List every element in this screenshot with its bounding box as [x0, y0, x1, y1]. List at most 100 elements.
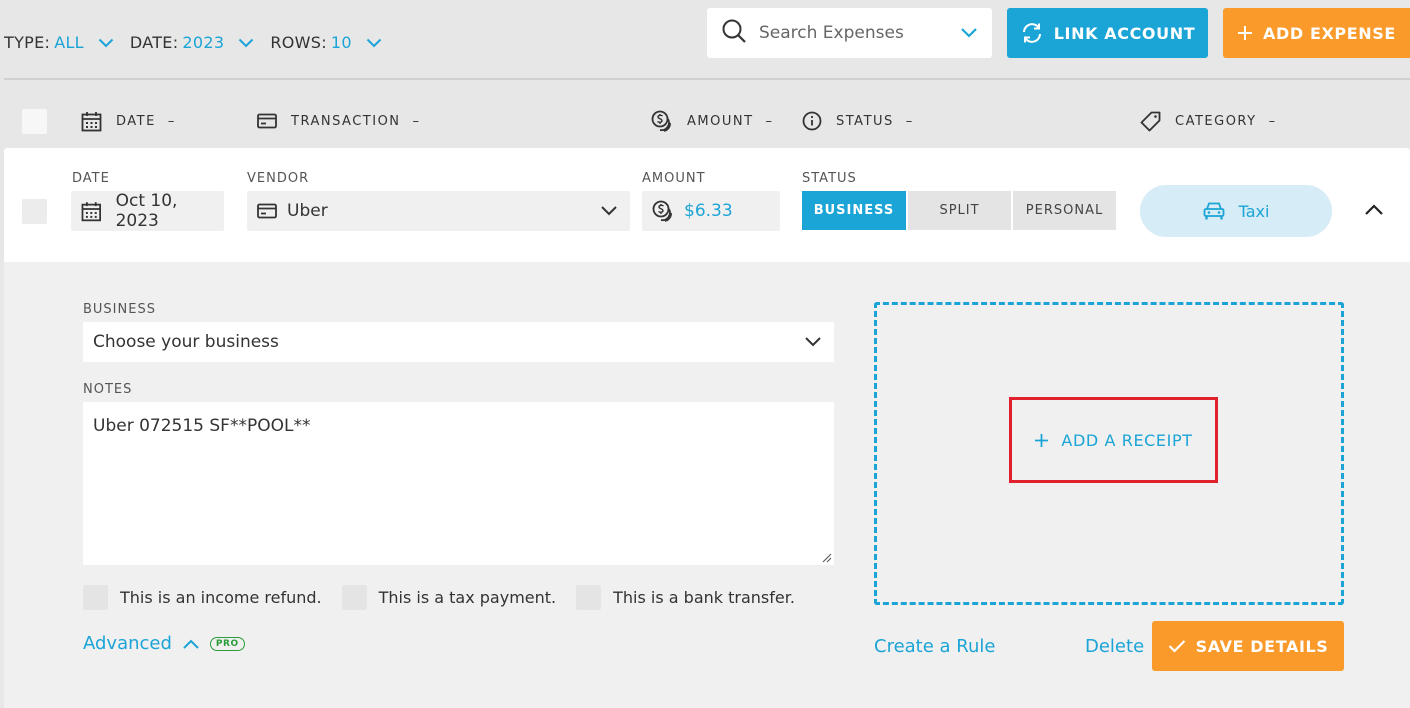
notes-label: NOTES: [83, 382, 133, 397]
select-all-checkbox[interactable]: [22, 109, 47, 134]
income-refund-checkbox[interactable]: [83, 585, 108, 610]
chevron-down-icon[interactable]: [960, 24, 978, 43]
save-details-label: SAVE DETAILS: [1195, 636, 1329, 656]
divider: [4, 78, 1410, 80]
status-toggle: BUSINESS SPLIT PERSONAL: [802, 191, 1118, 230]
chevron-down-icon[interactable]: [98, 38, 114, 48]
calendar-icon: [81, 201, 102, 221]
search-icon: [721, 18, 747, 48]
column-header-amount[interactable]: AMOUNT –: [651, 110, 774, 132]
amount-value: $6.33: [684, 201, 733, 221]
chevron-down-icon[interactable]: [238, 38, 254, 48]
status-personal-button[interactable]: PERSONAL: [1013, 191, 1116, 230]
delete-link[interactable]: Delete: [1085, 636, 1144, 657]
income-refund-label: This is an income refund.: [120, 588, 322, 607]
filter-date[interactable]: DATE: 2023: [130, 33, 254, 52]
filter-rows-value: 10: [330, 33, 352, 52]
link-account-label: LINK ACCOUNT: [1053, 23, 1196, 43]
tag-icon: [1140, 111, 1161, 131]
chevron-up-icon[interactable]: [1364, 202, 1384, 221]
plus-icon: [1238, 26, 1253, 40]
notes-textarea[interactable]: Uber 072515 SF**POOL**: [83, 402, 834, 565]
resize-handle-icon[interactable]: [822, 553, 832, 563]
search-input[interactable]: Search Expenses: [707, 8, 992, 58]
column-label: DATE: [116, 113, 156, 129]
calendar-icon: [81, 111, 102, 131]
column-label: TRANSACTION: [291, 113, 401, 129]
column-header-status[interactable]: STATUS –: [802, 110, 914, 132]
income-refund-option[interactable]: This is an income refund.: [83, 585, 322, 610]
coins-icon: [651, 110, 671, 132]
notes-value: Uber 072515 SF**POOL**: [93, 416, 311, 436]
bank-transfer-checkbox[interactable]: [576, 585, 602, 610]
add-receipt-button[interactable]: ADD A RECEIPT: [1009, 397, 1218, 483]
car-icon: [1203, 202, 1224, 220]
filter-type[interactable]: TYPE: ALL: [4, 33, 114, 52]
business-value: Choose your business: [93, 332, 279, 352]
column-header-date[interactable]: DATE –: [81, 110, 176, 132]
pro-badge: PRO: [209, 636, 245, 651]
column-label: CATEGORY: [1175, 113, 1257, 129]
refresh-icon: [1022, 23, 1041, 43]
add-receipt-label: ADD A RECEIPT: [1061, 430, 1193, 450]
sort-indicator: –: [905, 113, 914, 129]
vendor-select[interactable]: Uber: [247, 191, 630, 231]
card-icon: [257, 113, 277, 129]
status-split-button[interactable]: SPLIT: [908, 191, 1011, 230]
date-field[interactable]: Oct 10, 2023: [71, 191, 224, 231]
filter-bar: TYPE: ALL DATE: 2023 ROWS: 10: [4, 33, 398, 52]
filter-type-value: ALL: [54, 33, 84, 52]
date-label: DATE: [72, 171, 110, 186]
advanced-label: Advanced: [83, 633, 172, 654]
search-placeholder: Search Expenses: [759, 23, 904, 43]
column-header-category[interactable]: CATEGORY –: [1140, 110, 1277, 132]
plus-icon: [1035, 433, 1049, 447]
tax-payment-label: This is a tax payment.: [378, 588, 557, 607]
column-label: AMOUNT: [687, 113, 754, 129]
category-label: Taxi: [1238, 201, 1270, 221]
tax-payment-checkbox[interactable]: [341, 585, 367, 610]
check-icon: [1168, 640, 1185, 653]
bank-transfer-label: This is a bank transfer.: [613, 588, 795, 607]
chevron-down-icon: [805, 337, 821, 347]
category-pill[interactable]: Taxi: [1140, 185, 1332, 237]
coins-icon: [652, 200, 672, 222]
sort-indicator: –: [1268, 113, 1277, 129]
add-expense-button[interactable]: ADD EXPENSE: [1223, 8, 1410, 58]
bank-transfer-option[interactable]: This is a bank transfer.: [576, 585, 795, 610]
date-value: Oct 10, 2023: [115, 191, 178, 231]
expense-details-panel: BUSINESS Choose your business NOTES Uber…: [4, 262, 1410, 708]
sort-indicator: –: [167, 113, 176, 129]
info-icon: [802, 111, 822, 131]
status-business-button[interactable]: BUSINESS: [802, 191, 906, 230]
vendor-label: VENDOR: [247, 171, 310, 186]
row-checkbox[interactable]: [22, 199, 47, 224]
filter-type-key: TYPE:: [4, 33, 51, 52]
filter-date-value: 2023: [182, 33, 225, 52]
link-account-button[interactable]: LINK ACCOUNT: [1007, 8, 1208, 58]
filter-rows-key: ROWS:: [270, 33, 327, 52]
create-rule-link[interactable]: Create a Rule: [874, 636, 995, 657]
receipt-dropzone[interactable]: ADD A RECEIPT: [874, 302, 1344, 605]
vendor-value: Uber: [287, 201, 328, 221]
filter-rows[interactable]: ROWS: 10: [270, 33, 382, 52]
column-header-transaction[interactable]: TRANSACTION –: [257, 110, 421, 132]
advanced-toggle[interactable]: Advanced PRO: [83, 633, 245, 654]
chevron-down-icon[interactable]: [366, 38, 382, 48]
sort-indicator: –: [412, 113, 421, 129]
status-label: STATUS: [802, 171, 857, 186]
tax-payment-option[interactable]: This is a tax payment.: [341, 585, 557, 610]
amount-label: AMOUNT: [642, 171, 706, 186]
business-label: BUSINESS: [83, 302, 156, 317]
filter-date-key: DATE:: [129, 33, 179, 52]
add-expense-label: ADD EXPENSE: [1263, 23, 1396, 43]
chevron-up-icon: [183, 639, 199, 649]
amount-field[interactable]: $6.33: [642, 191, 780, 231]
chevron-down-icon: [601, 206, 617, 216]
flag-checkboxes: This is an income refund. This is a tax …: [83, 585, 815, 610]
business-select[interactable]: Choose your business: [83, 322, 834, 362]
column-label: STATUS: [836, 113, 894, 129]
card-icon: [257, 203, 277, 219]
expense-row: DATE Oct 10, 2023 VENDOR Uber AMOUNT $6.…: [4, 148, 1410, 262]
save-details-button[interactable]: SAVE DETAILS: [1152, 621, 1344, 671]
